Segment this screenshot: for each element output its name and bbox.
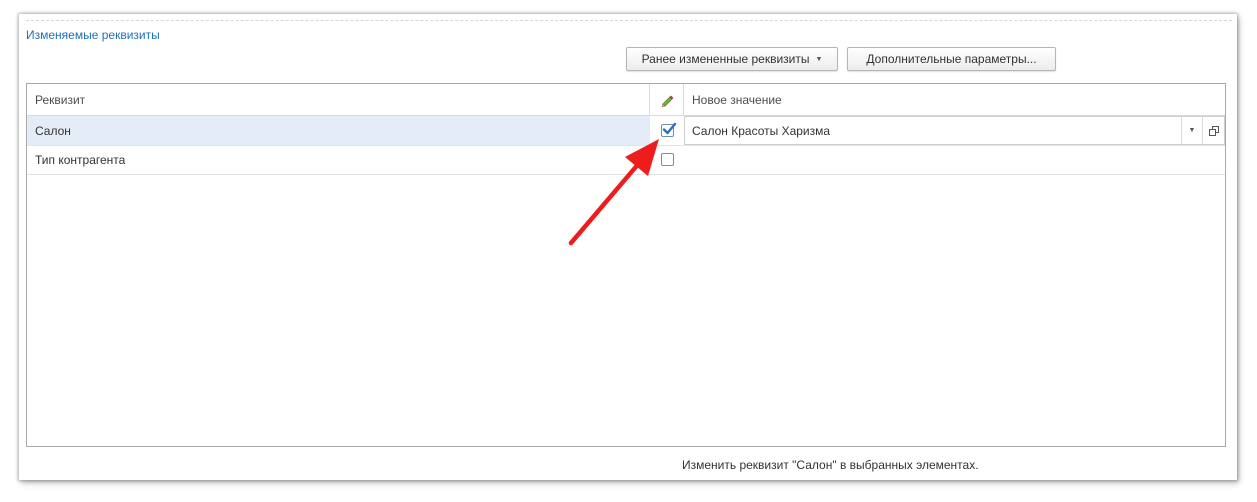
row-change-flag[interactable] [650,116,684,145]
checkbox-unchecked[interactable] [660,153,674,166]
checkbox-checked[interactable] [660,122,676,137]
chevron-down-icon: ▼ [815,55,823,63]
form-panel: Изменяемые реквизиты Ранее измененные ре… [19,14,1237,480]
column-header-new-value[interactable]: Новое значение [684,84,1225,115]
previous-changed-label: Ранее измененные реквизиты [641,52,810,66]
previous-changed-button[interactable]: Ранее измененные реквизиты ▼ [626,47,838,71]
new-value-empty[interactable] [684,145,1225,174]
more-parameters-label: Дополнительные параметры... [866,52,1037,66]
table-header: Реквизит Новое значение [27,84,1225,116]
new-value-text: Салон Красоты Харизма [692,123,831,138]
new-value-field[interactable]: Салон Красоты Харизма ▼ [684,116,1225,145]
separator [26,20,1232,21]
pencil-icon [661,95,673,107]
dropdown-icon[interactable]: ▼ [1181,117,1202,144]
row-attribute-name: Тип контрагента [35,152,126,167]
checkmark-icon [662,122,676,135]
column-header-attribute[interactable]: Реквизит [27,84,650,115]
open-icon[interactable] [1202,117,1224,144]
more-parameters-button[interactable]: Дополнительные параметры... [847,47,1056,71]
section-title: Изменяемые реквизиты [26,28,160,42]
table-row[interactable]: Тип контрагента [27,145,1225,175]
attributes-table: Реквизит Новое значение Салон Салон Крас… [26,83,1226,447]
row-attribute-name: Салон [27,116,650,145]
table-row[interactable]: Салон Салон Красоты Харизма ▼ [27,116,1225,146]
status-text: Изменить реквизит "Салон" в выбранных эл… [682,458,979,472]
row-change-flag[interactable] [650,145,684,174]
column-header-change[interactable] [650,84,684,115]
